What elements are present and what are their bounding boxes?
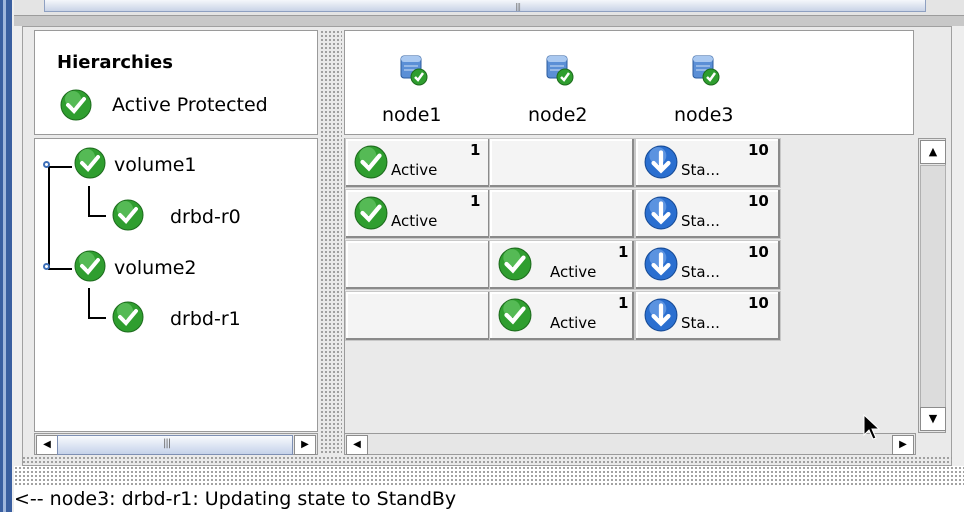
check-circle-icon	[74, 250, 106, 282]
grid-cell-empty[interactable]	[489, 138, 635, 188]
cell-status-label: Active	[550, 314, 597, 332]
grid-cell-active[interactable]: Active 1	[489, 240, 635, 290]
cell-status-label: Sta...	[681, 161, 720, 179]
arrow-down-circle-icon	[644, 145, 678, 179]
node2-label[interactable]: node2	[528, 104, 588, 126]
tree-connector	[88, 288, 90, 318]
arrow-down-circle-icon	[644, 196, 678, 230]
node1-label[interactable]: node1	[382, 104, 442, 126]
cell-status-label: Sta...	[681, 212, 720, 230]
grid-cell-standby[interactable]: Sta... 10	[635, 291, 781, 341]
horizontal-splitter[interactable]	[22, 456, 952, 466]
cell-priority: 10	[748, 294, 769, 312]
check-circle-icon	[112, 301, 144, 333]
grid-cell-active[interactable]: Active 1	[345, 189, 491, 239]
scroll-down-button[interactable]: ▼	[920, 407, 946, 431]
top-divider	[14, 16, 964, 26]
grid-vertical-scrollbar[interactable]: ▲ ▼	[918, 138, 946, 433]
top-horizontal-scrollbar[interactable]: |||	[14, 0, 964, 16]
tree-connector	[48, 168, 50, 268]
check-circle-icon	[60, 89, 92, 121]
cell-priority: 1	[618, 243, 629, 261]
grid-horizontal-scrollbar[interactable]: ◀ ▶	[344, 433, 916, 455]
hierarchies-title: Hierarchies	[57, 52, 173, 73]
grid-cell-empty[interactable]	[345, 291, 491, 341]
arrow-down-circle-icon	[644, 298, 678, 332]
cell-status-label: Sta...	[681, 263, 720, 281]
cell-priority: 1	[470, 192, 481, 210]
arrow-down-circle-icon	[644, 247, 678, 281]
top-scrollbar-thumb[interactable]: |||	[44, 0, 926, 12]
server-check-icon	[692, 55, 720, 86]
tree-item-drbd-r0[interactable]: drbd-r0	[170, 206, 241, 228]
check-circle-icon	[498, 247, 532, 281]
scrollbar-thumb[interactable]: |||	[57, 435, 293, 455]
tree-item-volume1[interactable]: volume1	[114, 154, 196, 176]
grid-cell-standby[interactable]: Sta... 10	[635, 240, 781, 290]
tree-connector	[88, 215, 106, 217]
check-circle-icon	[112, 199, 144, 231]
cell-priority: 10	[748, 192, 769, 210]
cell-priority: 10	[748, 243, 769, 261]
mouse-cursor-icon	[863, 413, 881, 440]
tree-connector	[88, 186, 90, 216]
cell-status-label: Active	[391, 212, 438, 230]
node3-label[interactable]: node3	[674, 104, 734, 126]
grid-cell-standby[interactable]: Sta... 10	[635, 189, 781, 239]
legend-active-protected-label: Active Protected	[112, 94, 268, 116]
check-circle-icon	[354, 196, 388, 230]
scroll-left-button[interactable]: ◀	[346, 435, 368, 455]
check-circle-icon	[498, 298, 532, 332]
scroll-left-button[interactable]: ◀	[36, 435, 58, 455]
hierarchy-tree	[34, 138, 318, 432]
grid-cell-empty[interactable]	[489, 189, 635, 239]
cell-status-label: Active	[550, 263, 597, 281]
status-message: <-- node3: drbd-r1: Updating state to St…	[14, 488, 457, 510]
tree-expand-handle[interactable]	[43, 263, 50, 270]
vertical-splitter[interactable]	[320, 30, 342, 455]
scroll-right-button[interactable]: ▶	[892, 435, 914, 455]
tree-item-drbd-r1[interactable]: drbd-r1	[170, 308, 241, 330]
server-check-icon	[546, 55, 574, 86]
cell-priority: 10	[748, 141, 769, 159]
window-left-edge	[0, 0, 12, 512]
tree-connector	[48, 166, 72, 168]
scroll-corner	[918, 433, 946, 455]
cell-status-label: Active	[391, 161, 438, 179]
grid-cell-standby[interactable]: Sta... 10	[635, 138, 781, 188]
tree-connector	[88, 317, 106, 319]
tree-item-volume2[interactable]: volume2	[114, 257, 196, 279]
cell-priority: 1	[618, 294, 629, 312]
scroll-right-button[interactable]: ▶	[294, 435, 316, 455]
scroll-up-button[interactable]: ▲	[920, 140, 946, 164]
tree-connector	[48, 268, 72, 270]
grid-cell-empty[interactable]	[345, 240, 491, 290]
server-check-icon	[400, 55, 428, 86]
scrollbar-thumb[interactable]	[920, 165, 946, 409]
status-separator	[14, 466, 964, 486]
cell-status-label: Sta...	[681, 314, 720, 332]
tree-expand-handle[interactable]	[43, 161, 50, 168]
check-circle-icon	[354, 145, 388, 179]
grid-cell-active[interactable]: Active 1	[345, 138, 491, 188]
cell-priority: 1	[470, 141, 481, 159]
tree-horizontal-scrollbar[interactable]: ◀ ||| ▶	[34, 433, 318, 455]
grid-cell-active[interactable]: Active 1	[489, 291, 635, 341]
check-circle-icon	[74, 147, 106, 179]
